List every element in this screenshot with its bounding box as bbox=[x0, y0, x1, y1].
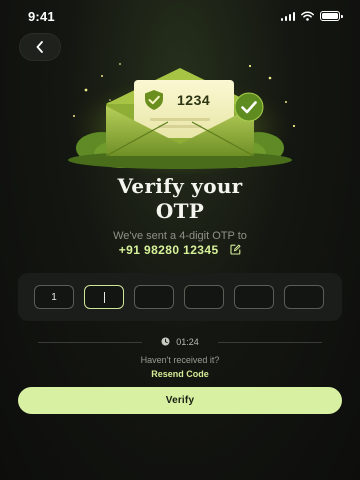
verify-button[interactable]: Verify bbox=[18, 387, 342, 414]
shield-check-icon bbox=[145, 90, 163, 110]
resend-timer: 01:24 bbox=[38, 335, 322, 349]
edit-icon[interactable] bbox=[230, 244, 241, 258]
otp-digit-2[interactable] bbox=[84, 285, 124, 309]
resend-code-link[interactable]: Resend Code bbox=[0, 369, 360, 379]
clock-icon bbox=[161, 337, 170, 346]
otp-digit-5[interactable] bbox=[234, 285, 274, 309]
page-title: Verify your OTP bbox=[0, 174, 360, 224]
otp-sent-message: We've sent a 4-digit OTP to bbox=[113, 230, 247, 242]
check-badge-icon bbox=[234, 92, 264, 122]
otp-input-panel: 1 bbox=[18, 273, 342, 321]
text-cursor bbox=[103, 291, 105, 303]
timer-value: 01:24 bbox=[176, 337, 199, 347]
not-received-text: Haven't received it? bbox=[140, 355, 220, 365]
status-icons bbox=[280, 11, 343, 21]
page-title-line2: OTP bbox=[155, 199, 205, 223]
status-time: 9:41 bbox=[28, 8, 55, 24]
otp-digit-1[interactable]: 1 bbox=[34, 285, 74, 309]
otp-digit-4[interactable] bbox=[184, 285, 224, 309]
otp-envelope-illustration: 1234 bbox=[50, 56, 310, 178]
phone-number: +91 98280 12345 bbox=[118, 243, 219, 257]
otp-digit-6[interactable] bbox=[284, 285, 324, 309]
verify-button-label: Verify bbox=[165, 395, 195, 406]
otp-digit-3[interactable] bbox=[134, 285, 174, 309]
otp-card-code: 1234 bbox=[177, 92, 211, 108]
timer-label: 01:24 bbox=[38, 335, 322, 349]
battery-icon bbox=[320, 11, 343, 21]
chevron-left-icon bbox=[36, 41, 43, 53]
status-bar: 9:41 bbox=[0, 0, 360, 32]
phone-row: +91 98280 12345 bbox=[0, 243, 360, 258]
signal-icon bbox=[280, 11, 295, 21]
wifi-icon bbox=[301, 11, 314, 21]
page-title-line1: Verify your bbox=[117, 174, 243, 198]
otp-digit-1-value: 1 bbox=[51, 291, 57, 303]
